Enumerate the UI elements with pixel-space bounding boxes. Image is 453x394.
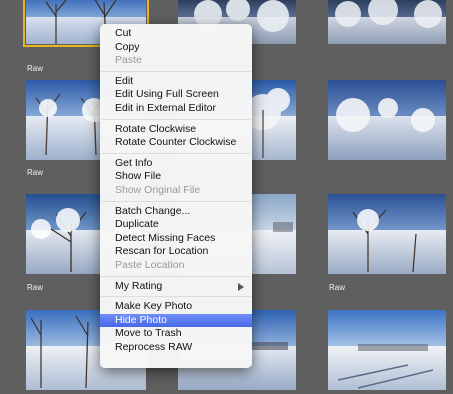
photo-thumbnail[interactable]	[328, 194, 446, 274]
menu-separator	[101, 296, 251, 298]
menu-item-label: Rotate Counter Clockwise	[115, 136, 237, 149]
menu-item-label: Rotate Clockwise	[115, 122, 197, 135]
menu-item-label: Edit Using Full Screen	[115, 88, 219, 101]
menu-item-detect-missing-faces[interactable]: Detect Missing Faces	[100, 232, 252, 246]
menu-item-hide-photo[interactable]: Hide Photo	[100, 313, 252, 328]
photo-thumbnail[interactable]	[328, 80, 446, 160]
menu-item-rotate-counter-clockwise[interactable]: Rotate Counter Clockwise	[100, 136, 252, 150]
context-menu: Cut Copy Paste Edit Edit Using Full Screen Ed…	[100, 24, 252, 368]
menu-item-reprocess-raw[interactable]: Reprocess RAW	[100, 341, 252, 355]
menu-item-label: Show File	[115, 170, 162, 183]
menu-item-label: Batch Change...	[115, 204, 191, 217]
photo-thumbnail[interactable]	[328, 0, 446, 44]
menu-item-show-original-file: Show Original File	[100, 184, 252, 198]
menu-item-label: Move to Trash	[115, 327, 182, 340]
menu-item-label: Duplicate	[115, 218, 159, 231]
menu-separator	[101, 70, 251, 72]
menu-item-label: Make Key Photo	[115, 300, 193, 313]
menu-separator	[101, 275, 251, 277]
menu-item-label: Show Original File	[115, 183, 201, 196]
menu-item-label: Paste	[115, 54, 142, 67]
menu-item-label: Hide Photo	[115, 313, 167, 326]
menu-item-paste-location: Paste Location	[100, 259, 252, 273]
menu-item-label: Paste Location	[115, 258, 185, 271]
photo-caption: Raw	[27, 64, 44, 73]
menu-item-get-info[interactable]: Get Info	[100, 157, 252, 171]
menu-item-move-to-trash[interactable]: Move to Trash	[100, 327, 252, 341]
photo-caption: Raw	[27, 283, 44, 292]
menu-item-rescan-for-location[interactable]: Rescan for Location	[100, 245, 252, 259]
menu-item-copy[interactable]: Copy	[100, 41, 252, 55]
menu-item-my-rating[interactable]: My Rating	[100, 280, 252, 294]
submenu-arrow-icon	[238, 282, 244, 291]
menu-item-show-file[interactable]: Show File	[100, 170, 252, 184]
menu-item-label: Get Info	[115, 156, 153, 169]
menu-item-label: Rescan for Location	[115, 245, 209, 258]
menu-item-edit-in-external-editor[interactable]: Edit in External Editor	[100, 102, 252, 116]
menu-item-label: Copy	[115, 40, 140, 53]
menu-separator	[101, 152, 251, 154]
menu-separator	[101, 200, 251, 202]
menu-item-label: My Rating	[115, 279, 163, 292]
menu-item-label: Reprocess RAW	[115, 340, 193, 353]
menu-item-label: Detect Missing Faces	[115, 231, 216, 244]
menu-item-batch-change[interactable]: Batch Change...	[100, 205, 252, 219]
menu-item-label: Edit in External Editor	[115, 101, 216, 114]
menu-separator	[101, 118, 251, 120]
menu-item-label: Edit	[115, 74, 134, 87]
menu-item-make-key-photo[interactable]: Make Key Photo	[100, 300, 252, 314]
menu-item-paste: Paste	[100, 54, 252, 68]
menu-item-edit[interactable]: Edit	[100, 75, 252, 89]
menu-item-edit-using-full-screen[interactable]: Edit Using Full Screen	[100, 88, 252, 102]
menu-item-duplicate[interactable]: Duplicate	[100, 218, 252, 232]
photo-caption: Raw	[27, 168, 44, 177]
photo-caption: Raw	[329, 283, 346, 292]
photo-thumbnail[interactable]	[328, 310, 446, 390]
menu-item-label: Cut	[115, 27, 132, 39]
menu-item-rotate-clockwise[interactable]: Rotate Clockwise	[100, 123, 252, 137]
menu-item-cut[interactable]: Cut	[100, 27, 252, 41]
